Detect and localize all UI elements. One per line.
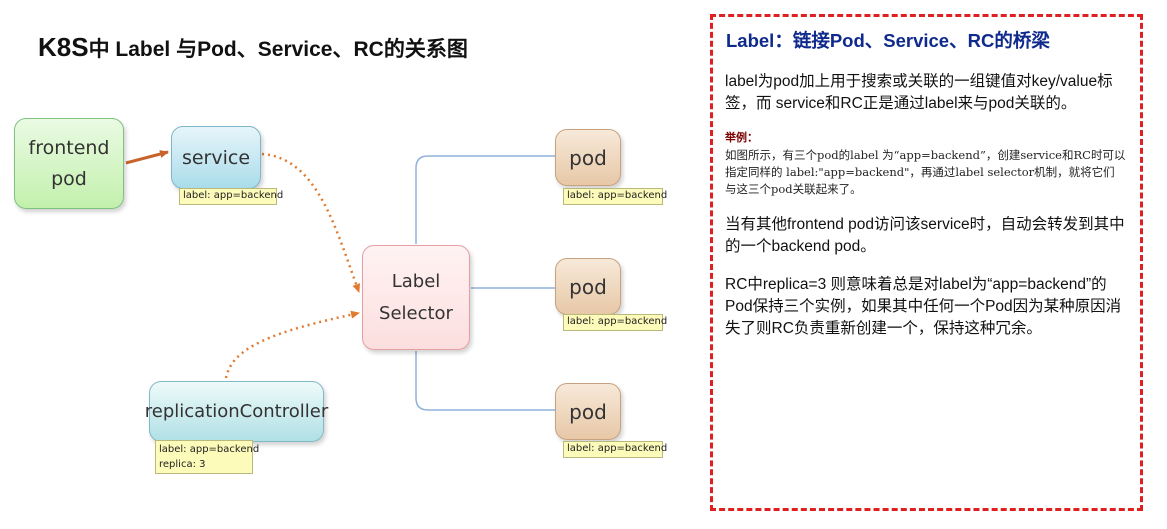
selector-line2: Selector [379,302,453,324]
service-to-selector-arrow [261,152,361,293]
rc-tag-replica: replica: 3 [159,459,206,470]
frontend-line1: frontend [28,137,110,160]
service-node: service [171,126,261,189]
panel-title: Label：链接Pod、Service、RC的桥梁 [726,30,1050,51]
rc-label-tag: label: app=backend replica: 3 [155,440,260,474]
label-selector-node: Label Selector [362,245,470,350]
pod-2-label: pod [569,274,607,299]
selector-line1: Label [391,271,441,292]
explanation-panel: Label：链接Pod、Service、RC的桥梁 label为pod加上用于搜… [710,14,1143,511]
pod-1-label: pod [569,145,607,170]
example-heading: 举例： [725,132,758,144]
frontend-to-service-arrow [125,150,169,165]
rc-tag-label: label: app=backend [159,444,260,455]
panel-paragraph-2: 当有其他frontend pod访问该service时，自动会转发到其中的一个b… [725,216,1125,255]
panel-paragraph-3: RC中replica=3 则意味着总是对label为“app=backend”的… [725,276,1122,337]
pod-node-1: pod [555,129,621,186]
selector-to-pod1-line [415,155,555,244]
rc-to-selector-arrow [224,310,360,379]
pod-2-tag: label: app=backend [563,314,667,331]
service-label: service [181,146,251,169]
frontend-pod-node: frontend pod [14,118,124,209]
replication-controller-node: replicationController [145,381,328,442]
panel-paragraph-1: label为pod加上用于搜索或关联的一组键值对key/value标签，而 se… [725,73,1113,112]
pod-node-3: pod [555,383,621,440]
service-label-tag: label: app=backend [179,188,283,205]
example-body: 如图所示，有三个pod的label 为“app=backend”，创建servi… [725,148,1126,196]
rc-label: replicationController [144,401,329,422]
frontend-line2: pod [51,167,87,190]
pod-3-label: pod [569,399,607,424]
pod-1-tag: label: app=backend [563,188,667,205]
pod-node-2: pod [555,258,621,315]
selector-to-pod3-line [415,351,555,411]
pod-3-tag: label: app=backend [563,441,667,458]
